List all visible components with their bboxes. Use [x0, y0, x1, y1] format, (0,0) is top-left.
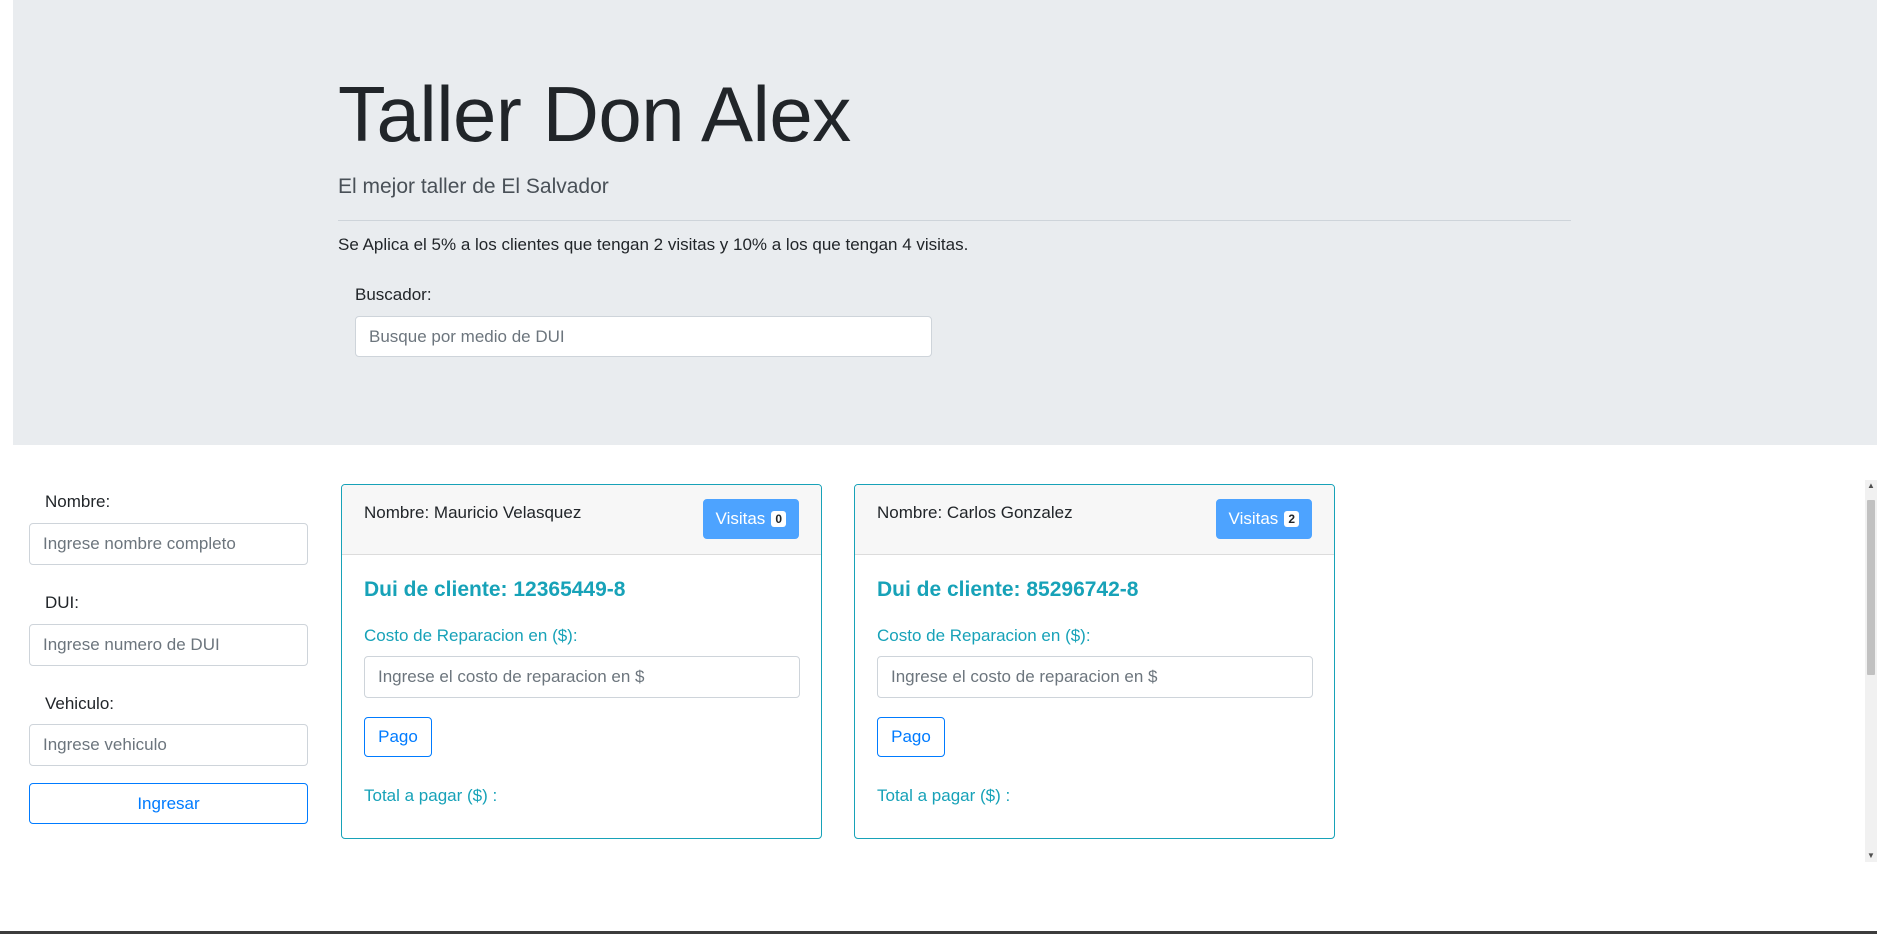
jumbotron-header: Taller Don Alex El mejor taller de El Sa… — [13, 0, 1877, 445]
pay-button[interactable]: Pago — [364, 717, 432, 757]
cost-label: Costo de Reparacion en ($): — [877, 626, 1091, 645]
client-name: Nombre: Carlos Gonzalez — [877, 503, 1073, 522]
scroll-down-arrow-icon[interactable]: ▼ — [1865, 850, 1877, 862]
client-card: Nombre: Mauricio Velasquez Visitas 0 Dui… — [341, 484, 822, 839]
search-input[interactable] — [355, 316, 932, 357]
scrollbar-thumb[interactable] — [1867, 500, 1875, 675]
client-dui: Dui de cliente: 12365449-8 — [364, 578, 626, 601]
cost-label: Costo de Reparacion en ($): — [364, 626, 578, 645]
visits-button[interactable]: Visitas 2 — [1215, 499, 1312, 539]
search-label: Buscador: — [355, 285, 432, 304]
name-label: Nombre: — [45, 492, 111, 511]
client-dui: Dui de cliente: 85296742-8 — [877, 578, 1139, 601]
name-input[interactable] — [29, 523, 308, 565]
visits-label: Visitas — [715, 509, 766, 528]
total-label: Total a pagar ($) : — [364, 786, 498, 805]
vehicle-label: Vehiculo: — [45, 694, 114, 713]
visits-label: Visitas — [1228, 509, 1279, 528]
visits-button[interactable]: Visitas 0 — [702, 499, 799, 539]
discount-note: Se Aplica el 5% a los clientes que tenga… — [338, 235, 969, 254]
vehicle-input[interactable] — [29, 724, 308, 766]
scrollbar[interactable]: ▲ ▼ — [1865, 480, 1877, 862]
visits-count-badge: 2 — [1284, 511, 1299, 527]
total-label: Total a pagar ($) : — [877, 786, 1011, 805]
cost-input[interactable] — [364, 656, 800, 698]
visits-count-badge: 0 — [771, 511, 786, 527]
client-name: Nombre: Mauricio Velasquez — [364, 503, 582, 522]
dui-input[interactable] — [29, 624, 308, 666]
header-divider — [338, 220, 1571, 221]
scroll-up-arrow-icon[interactable]: ▲ — [1865, 480, 1877, 492]
cost-input[interactable] — [877, 656, 1313, 698]
pay-button[interactable]: Pago — [877, 717, 945, 757]
page-title: Taller Don Alex — [338, 70, 851, 158]
page-subtitle: El mejor taller de El Salvador — [338, 175, 609, 198]
submit-button[interactable]: Ingresar — [29, 783, 308, 824]
dui-label: DUI: — [45, 593, 79, 612]
client-card: Nombre: Carlos Gonzalez Visitas 2 Dui de… — [854, 484, 1335, 839]
card-header: Nombre: Carlos Gonzalez Visitas 2 — [855, 485, 1334, 555]
card-header: Nombre: Mauricio Velasquez Visitas 0 — [342, 485, 821, 555]
